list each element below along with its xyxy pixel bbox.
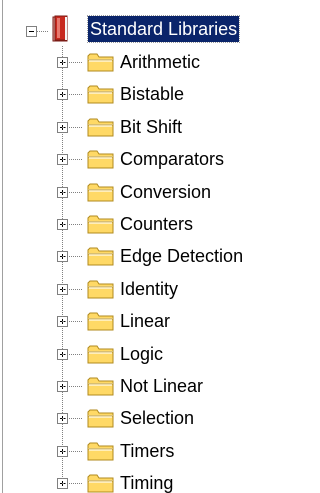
tree-node-bit-shift[interactable]: Bit Shift — [0, 111, 283, 143]
folder-icon — [86, 342, 116, 366]
tree-connector-horizontal — [62, 483, 82, 484]
tree-connector-horizontal — [62, 159, 82, 160]
folder-icon — [86, 147, 116, 171]
tree-node-label[interactable]: Bistable — [118, 81, 186, 107]
library-book-icon — [50, 14, 72, 44]
folder-icon — [86, 471, 116, 493]
tree-connector-horizontal — [62, 451, 82, 452]
tree-node-label[interactable]: Timers — [118, 438, 176, 464]
folder-icon — [86, 50, 116, 74]
tree-connector-horizontal — [62, 418, 82, 419]
tree-node-label[interactable]: Linear — [118, 308, 172, 334]
tree-connector-horizontal — [62, 94, 82, 95]
folder-icon — [86, 277, 116, 301]
tree-node-arithmetic[interactable]: Arithmetic — [0, 46, 283, 78]
folder-icon — [86, 406, 116, 430]
tree-node-identity[interactable]: Identity — [0, 273, 283, 305]
tree-node-not-linear[interactable]: Not Linear — [0, 370, 283, 402]
tree-node-label[interactable]: Counters — [118, 211, 195, 237]
tree-node-label[interactable]: Arithmetic — [118, 49, 202, 75]
tree-connector-horizontal — [62, 127, 82, 128]
library-tree: Standard Libraries Arithmetic Bistable Bit… — [0, 0, 283, 493]
tree-node-edge-detection[interactable]: Edge Detection — [0, 240, 283, 272]
tree-connector-horizontal — [62, 224, 82, 225]
tree-node-timing[interactable]: Timing — [0, 467, 283, 493]
tree-connector-horizontal — [62, 192, 82, 193]
tree-node-counters[interactable]: Counters — [0, 208, 283, 240]
folder-icon — [86, 439, 116, 463]
tree-connector-horizontal — [62, 62, 82, 63]
tree-node-bistable[interactable]: Bistable — [0, 78, 283, 110]
tree-node-label[interactable]: Conversion — [118, 179, 213, 205]
tree-node-label[interactable]: Not Linear — [118, 373, 205, 399]
tree-node-label[interactable]: Timing — [118, 470, 175, 493]
tree-node-comparators[interactable]: Comparators — [0, 143, 283, 175]
collapse-toggle-icon[interactable] — [26, 26, 37, 37]
tree-connector-horizontal — [62, 321, 82, 322]
tree-node-label[interactable]: Comparators — [118, 146, 226, 172]
folder-icon — [86, 309, 116, 333]
folder-icon — [86, 115, 116, 139]
tree-node-label[interactable]: Selection — [118, 405, 196, 431]
folder-icon — [86, 180, 116, 204]
tree-node-label[interactable]: Bit Shift — [118, 114, 184, 140]
tree-node-linear[interactable]: Linear — [0, 305, 283, 337]
tree-node-logic[interactable]: Logic — [0, 338, 283, 370]
tree-node-timers[interactable]: Timers — [0, 435, 283, 467]
tree-connector-horizontal — [62, 354, 82, 355]
tree-node-selection[interactable]: Selection — [0, 402, 283, 434]
tree-node-label[interactable]: Identity — [118, 276, 180, 302]
folder-icon — [86, 244, 116, 268]
tree-connector-horizontal — [62, 289, 82, 290]
folder-icon — [86, 374, 116, 398]
tree-node-label[interactable]: Standard Libraries — [86, 15, 241, 43]
folder-icon — [86, 212, 116, 236]
tree-node-label[interactable]: Logic — [118, 341, 165, 367]
tree-connector-horizontal — [62, 386, 82, 387]
tree-node-label[interactable]: Edge Detection — [118, 243, 245, 269]
tree-node-standard-libraries[interactable]: Standard Libraries — [0, 14, 283, 46]
tree-connector-horizontal — [62, 256, 82, 257]
folder-icon — [86, 82, 116, 106]
tree-node-conversion[interactable]: Conversion — [0, 176, 283, 208]
